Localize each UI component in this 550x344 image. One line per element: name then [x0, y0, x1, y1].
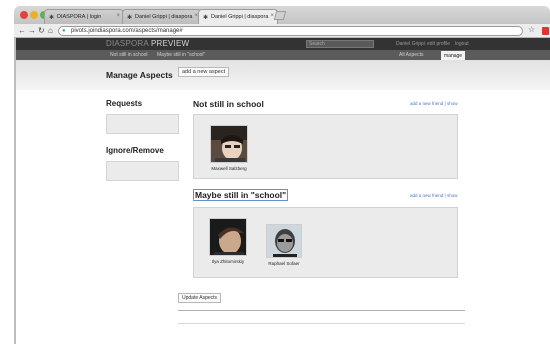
tab-maybe-still-in-school[interactable]: Maybe still in "school"	[157, 52, 205, 58]
update-aspects-button[interactable]: Update Aspects	[178, 293, 222, 303]
aspect-title[interactable]: Not still in school	[193, 99, 264, 109]
star-icon[interactable]: ☆	[528, 25, 535, 34]
search-input[interactable]: Search	[306, 40, 374, 48]
browser-tab-strip: ✱ DIASPORA | login × ✱ Daniel Grippi | d…	[14, 6, 550, 24]
forward-icon[interactable]: →	[28, 26, 36, 35]
new-tab-button[interactable]	[273, 11, 287, 20]
home-icon[interactable]: ⌂	[48, 26, 53, 35]
brand-main: DIASPORA	[106, 39, 149, 48]
diaspora-favicon-icon: ✱	[49, 15, 55, 21]
aspect-title-editing[interactable]: Maybe still in "school"	[193, 189, 289, 201]
avatar	[209, 218, 247, 256]
globe-icon: ●	[62, 28, 66, 34]
aspect-nav: Not still in school Maybe still in "scho…	[16, 50, 550, 60]
ignore-remove-dropzone[interactable]	[106, 161, 179, 181]
person-name: Ilya Zhitomirskiy	[211, 259, 245, 264]
reload-icon[interactable]: ↻	[38, 26, 45, 35]
browser-tab-1[interactable]: ✱ DIASPORA | login ×	[44, 9, 124, 24]
address-bar-url: pivots.joindiaspora.com/aspects/manage#	[71, 28, 183, 34]
title-band	[16, 60, 550, 90]
logout-link[interactable]: logout	[455, 41, 469, 47]
requests-dropzone[interactable]	[106, 114, 179, 134]
close-window-icon[interactable]	[20, 11, 28, 19]
tab-all-aspects[interactable]: All Aspects	[399, 52, 423, 58]
ignore-remove-heading: Ignore/Remove	[106, 146, 164, 155]
divider	[178, 310, 465, 311]
person-card[interactable]: Raphael Sofaer	[262, 224, 306, 267]
browser-tab-label: Daniel Grippi | diaspora	[135, 14, 193, 20]
person-card[interactable]: Maxwell Salzberg	[204, 125, 254, 172]
add-aspect-button[interactable]: add a new aspect	[178, 67, 230, 77]
aspect-people-box[interactable]: Ilya Zhitomirskiy Raphael Sofaer	[193, 207, 458, 278]
browser-tab-3[interactable]: ✱ Daniel Grippi | diaspora ×	[198, 9, 278, 24]
person-name: Raphael Sofaer	[268, 261, 300, 266]
page-title: Manage Aspects	[106, 70, 173, 80]
aspect-actions[interactable]: add a new friend | show	[410, 193, 457, 198]
brand-suffix: PREVIEW	[150, 39, 190, 48]
avatar	[210, 125, 248, 163]
profile-link[interactable]: Daniel Grippi	[396, 41, 425, 47]
brand-logo[interactable]: DIASPORA PREVIEW	[106, 39, 189, 48]
person-name: Maxwell Salzberg	[211, 166, 247, 171]
address-bar[interactable]: ● pivots.joindiaspora.com/aspects/manage…	[58, 26, 523, 36]
minimize-window-icon[interactable]	[30, 11, 38, 19]
browser-tab-2[interactable]: ✱ Daniel Grippi | diaspora ×	[122, 9, 202, 24]
edit-profile-link[interactable]: edit profile	[427, 41, 450, 47]
person-card[interactable]: Ilya Zhitomirskiy	[206, 218, 250, 265]
diaspora-favicon-icon: ✱	[127, 15, 133, 21]
avatar	[266, 224, 302, 258]
requests-heading: Requests	[106, 99, 143, 108]
aspect-actions[interactable]: add a new friend | show	[410, 101, 457, 106]
browser-tab-label: DIASPORA | login	[57, 14, 102, 20]
tab-manage[interactable]: manage	[441, 51, 466, 60]
site-header: DIASPORA PREVIEW Search Daniel Grippi ed…	[16, 38, 550, 50]
diaspora-favicon-icon: ✱	[203, 15, 209, 21]
tab-not-still-in-school[interactable]: Not still in school	[110, 52, 148, 58]
pdf-icon[interactable]	[542, 27, 549, 35]
aspect-people-box[interactable]: Maxwell Salzberg	[193, 114, 458, 179]
back-icon[interactable]: ←	[18, 26, 26, 35]
divider	[178, 323, 465, 324]
browser-tab-label: Daniel Grippi | diaspora	[211, 14, 269, 20]
browser-toolbar: ← → ↻ ⌂ ● pivots.joindiaspora.com/aspect…	[14, 24, 550, 38]
close-tab-icon[interactable]: ×	[116, 13, 120, 19]
